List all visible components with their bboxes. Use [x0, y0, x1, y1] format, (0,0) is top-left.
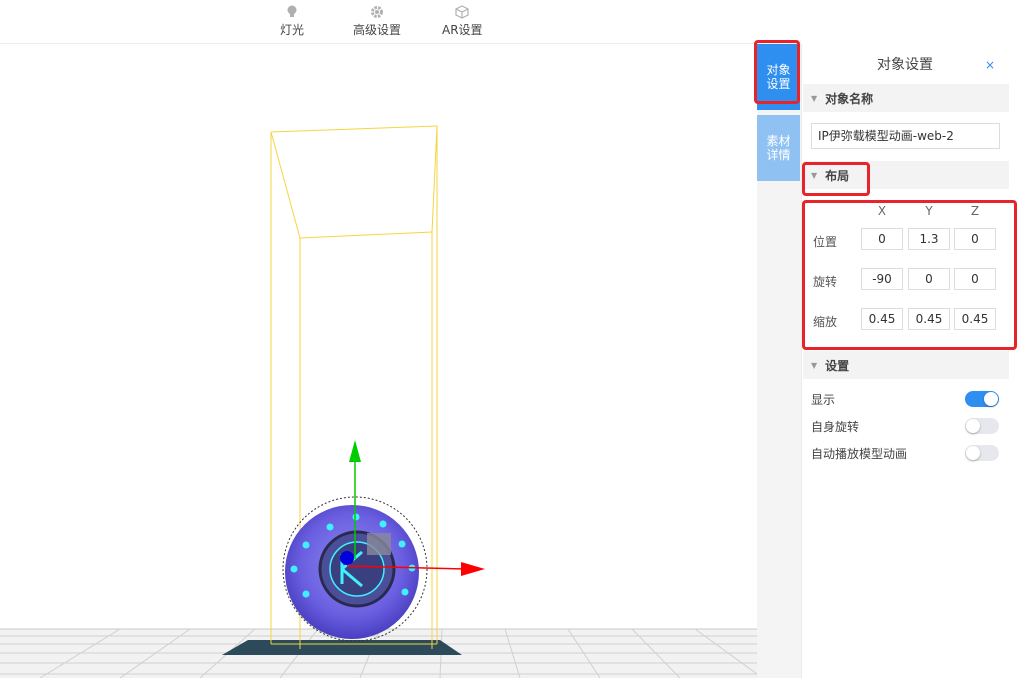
section-settings[interactable]: ▼ 设置	[803, 351, 1009, 379]
rotation-y-input[interactable]: 0	[908, 268, 950, 290]
panel-title: 对象设置	[877, 57, 933, 73]
side-tab-strip: 对象 设置 素材 详情	[757, 40, 801, 678]
scale-x-input[interactable]: 0.45	[861, 308, 903, 330]
toggle-self-rotate-switch[interactable]	[965, 418, 999, 434]
position-label: 位置	[813, 235, 838, 249]
model-base	[222, 640, 462, 655]
rotation-x-input[interactable]: -90	[861, 268, 903, 290]
gear-icon	[370, 4, 384, 20]
scene-canvas[interactable]	[0, 44, 757, 678]
caret-down-icon: ▼	[811, 93, 818, 103]
tab-material-details[interactable]: 素材 详情	[757, 115, 800, 181]
section-layout[interactable]: ▼ 布局	[803, 161, 1009, 189]
toggle-autoplay-switch[interactable]	[965, 445, 999, 461]
toggle-visible-switch[interactable]	[965, 391, 999, 407]
toolbar-advanced-settings-label: 高级设置	[353, 23, 402, 37]
rotation-z-input[interactable]: 0	[954, 268, 996, 290]
section-object-name-label: 对象名称	[825, 91, 874, 106]
tab-material-details-label: 素材 详情	[766, 134, 791, 162]
toolbar-lighting-button[interactable]: 灯光	[280, 4, 304, 38]
toolbar-lighting-label: 灯光	[280, 23, 305, 37]
toggle-autoplay-label: 自动播放模型动画	[811, 447, 908, 461]
bulb-icon	[286, 4, 298, 20]
object-name-input[interactable]: IP伊弥载模型动画-web-2	[811, 123, 1000, 149]
toolbar-ar-settings-button[interactable]: AR设置	[442, 4, 483, 38]
toggle-self-rotate-label: 自身旋转	[811, 420, 860, 434]
caret-down-icon: ▼	[811, 360, 818, 370]
gizmo-x-arrow	[461, 562, 485, 576]
scale-z-input[interactable]: 0.45	[954, 308, 996, 330]
scale-y-input[interactable]: 0.45	[908, 308, 950, 330]
scale-label: 缩放	[813, 315, 838, 329]
toolbar-ar-settings-label: AR设置	[442, 23, 483, 37]
tab-object-settings[interactable]: 对象 设置	[757, 44, 800, 110]
properties-panel: 对象设置 × ▼ 对象名称 IP伊弥载模型动画-web-2 ▼ 布局 X Y Z…	[801, 44, 1017, 678]
position-x-input[interactable]: 0	[861, 228, 903, 250]
section-layout-label: 布局	[825, 168, 850, 183]
gizmo-y-arrow	[349, 440, 361, 462]
axis-label-x: X	[877, 204, 887, 218]
close-icon[interactable]: ×	[985, 58, 995, 72]
axis-label-y: Y	[925, 204, 933, 218]
toggle-visible-label: 显示	[811, 393, 836, 407]
cube-icon	[455, 4, 469, 20]
gizmo-z-handle	[340, 551, 354, 565]
position-z-input[interactable]: 0	[954, 228, 996, 250]
section-object-name[interactable]: ▼ 对象名称	[803, 84, 1009, 112]
section-settings-label: 设置	[825, 358, 850, 373]
3d-viewport[interactable]	[0, 44, 757, 678]
rotation-label: 旋转	[813, 275, 838, 289]
caret-down-icon: ▼	[811, 170, 818, 180]
position-y-input[interactable]: 1.3	[908, 228, 950, 250]
toolbar-advanced-settings-button[interactable]: 高级设置	[353, 4, 401, 38]
top-toolbar: 灯光 高级设置 AR设置	[0, 0, 757, 44]
axis-label-z: Z	[970, 204, 980, 218]
tab-object-settings-label: 对象 设置	[766, 63, 791, 91]
